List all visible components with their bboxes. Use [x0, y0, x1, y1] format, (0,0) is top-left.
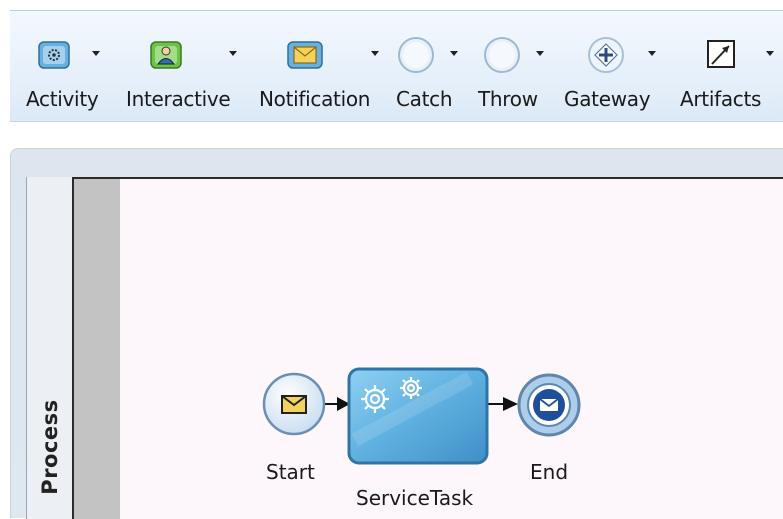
- sequence-flow-task-to-end[interactable]: [488, 397, 518, 411]
- start-event-label: Start: [266, 460, 315, 484]
- process-diagram: Start ServiceTask End: [0, 0, 783, 518]
- message-start-event-icon: [281, 395, 307, 414]
- end-event[interactable]: [517, 373, 581, 437]
- start-event[interactable]: [262, 372, 326, 436]
- end-event-label: End: [530, 460, 569, 484]
- message-end-event-icon: [533, 389, 565, 421]
- service-task-label: ServiceTask: [356, 486, 474, 510]
- sequence-flow-start-to-task[interactable]: [324, 397, 350, 411]
- diagram-connections: [262, 367, 581, 465]
- service-task[interactable]: [347, 367, 489, 465]
